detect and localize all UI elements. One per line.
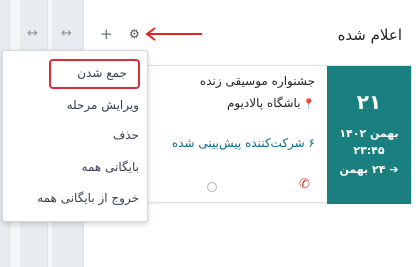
event-time: ۲۳:۴۵	[353, 144, 385, 157]
menu-item-archive-all[interactable]: بایگانی همه	[82, 160, 139, 174]
menu-item-delete[interactable]: حذف	[113, 128, 139, 142]
menu-item-edit-stage[interactable]: ویرایش مرحله	[67, 98, 139, 112]
event-month-year: بهمن ۱۴۰۲	[339, 127, 399, 140]
event-day: ۲۱	[356, 90, 382, 114]
event-end-date: ➔ ۲۴ بهمن	[339, 163, 399, 176]
phone-icon[interactable]: ✆	[299, 178, 310, 191]
expand-column-icon[interactable]: ↔	[61, 27, 72, 40]
expected-attendees: ۶ شرکت‌کننده پیش‌بینی شده	[171, 136, 315, 150]
venue-name: باشگاه پالادیوم	[226, 96, 301, 110]
column-settings-dropdown: جمع شدن ویرایش مرحله حذف بایگانی همه خرو…	[2, 50, 148, 222]
event-title: جشنواره موسیقی زنده	[199, 74, 315, 88]
event-date-block: ۲۱ بهمن ۱۴۰۲ ۲۳:۴۵ ➔ ۲۴ بهمن	[327, 66, 411, 204]
status-indicator[interactable]	[207, 182, 217, 192]
expand-column-icon[interactable]: ↔	[27, 27, 38, 40]
map-marker-icon: 📍	[302, 99, 315, 110]
menu-item-unarchive-all[interactable]: خروج از بایگانی همه	[37, 191, 139, 205]
column-title[interactable]: اعلام شده	[338, 26, 402, 44]
menu-item-fold[interactable]: جمع شدن	[77, 66, 127, 80]
red-arrow-annotation	[145, 27, 202, 41]
event-venue: 📍باشگاه پالادیوم	[227, 96, 315, 110]
add-record-button[interactable]: +	[100, 27, 113, 42]
gear-icon[interactable]: ⚙	[129, 28, 140, 40]
